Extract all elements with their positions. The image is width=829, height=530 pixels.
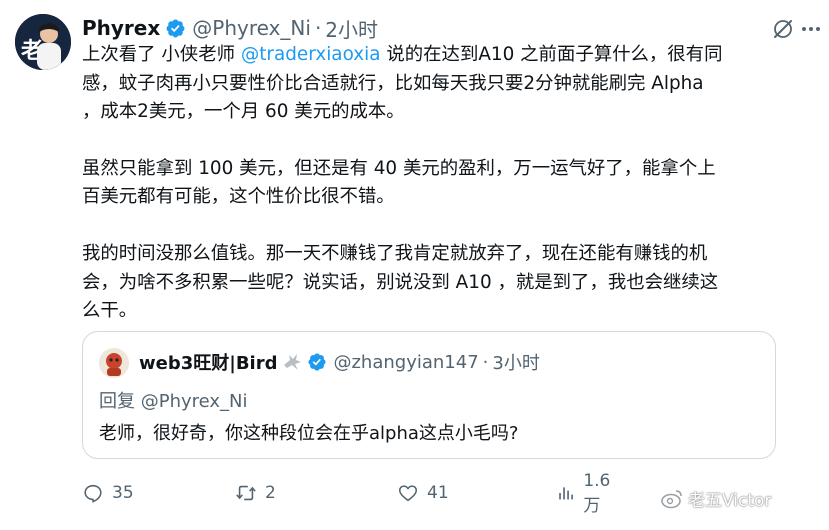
heart-icon bbox=[398, 485, 418, 502]
author-avatar-image: 老 bbox=[15, 14, 71, 70]
tweet-action-bar: 35 2 41 1.6万 bbox=[82, 471, 622, 516]
tweet-line-3: ，成本2美元，一个月 60 美元的成本。 bbox=[82, 101, 405, 123]
bird-icon bbox=[284, 354, 302, 370]
quoted-author-name[interactable]: web3旺财|Bird bbox=[139, 349, 277, 375]
watermark-text: 老五Victor bbox=[688, 491, 772, 511]
like-count: 41 bbox=[427, 483, 449, 503]
retweet-button[interactable]: 2 bbox=[235, 480, 276, 506]
quoted-avatar-image bbox=[99, 348, 129, 378]
weibo-icon bbox=[661, 489, 682, 508]
quoted-header-separator: · bbox=[482, 351, 489, 373]
more-options-icon[interactable] bbox=[800, 20, 822, 38]
like-button[interactable]: 41 bbox=[397, 480, 449, 506]
author-handle[interactable]: @Phyrex_Ni bbox=[192, 16, 311, 40]
reply-icon bbox=[84, 484, 102, 503]
views-button[interactable]: 1.6万 bbox=[556, 471, 622, 516]
quoted-tweet-header: web3旺财|Bird @zhangyian147 · 3小时 bbox=[139, 349, 540, 375]
quoted-tweet-card[interactable]: web3旺财|Bird @zhangyian147 · 3小时 回复 @Phyr… bbox=[82, 331, 776, 459]
tweet-line-5: 百美元都有可能，这个性价比很不错。 bbox=[82, 186, 395, 208]
reply-count: 35 bbox=[112, 483, 134, 503]
quoted-tweet-timestamp[interactable]: 3小时 bbox=[492, 349, 539, 375]
header-separator: · bbox=[314, 16, 322, 40]
retweet-count: 2 bbox=[265, 483, 276, 503]
tweet-header: Phyrex @Phyrex_Ni · 2小时 bbox=[82, 14, 378, 42]
tweet-line-6: 我的时间没那么值钱。那一天不赚钱了我肯定就放弃了，现在还能有赚钱的机 bbox=[82, 242, 708, 264]
author-avatar[interactable]: 老 bbox=[15, 14, 71, 70]
quoted-reply-to: 回复 @Phyrex_Ni bbox=[99, 391, 248, 412]
grok-icon[interactable] bbox=[771, 17, 795, 41]
mention-link[interactable]: @traderxiaoxia bbox=[241, 44, 381, 65]
tweet-line-7: 会，为啥不多积累一些呢？说实话，别说没到 A10 ，就是到了，我也会继续这 bbox=[82, 271, 719, 293]
tweet-line-1-prefix: 上次看了 小侠老师 bbox=[82, 44, 241, 65]
retweet-icon bbox=[236, 485, 256, 501]
tweet-timestamp[interactable]: 2小时 bbox=[325, 14, 378, 43]
tweet-line-8: 么干。 bbox=[82, 300, 138, 322]
tweet-line-2: 感，蚊子肉再小只要性价比合适就行，比如每天我只要2分钟就能刷完 Alpha bbox=[82, 72, 704, 94]
tweet-line-1-suffix: 说的在达到A10 之前面子算什么，很有同 bbox=[380, 44, 723, 65]
author-name[interactable]: Phyrex bbox=[82, 16, 160, 40]
views-count: 1.6万 bbox=[583, 470, 611, 516]
quoted-tweet-text: 老师，很好奇，你这种段位会在乎alpha这点小毛吗? bbox=[99, 423, 519, 444]
tweet-line-4: 虽然只能拿到 100 美元，但还是有 40 美元的盈利，万一运气好了，能拿个上 bbox=[82, 157, 716, 179]
views-icon bbox=[559, 487, 573, 500]
quoted-author-handle[interactable]: @zhangyian147 bbox=[333, 352, 478, 373]
tweet-line-1: 上次看了 小侠老师 @traderxiaoxia 说的在达到A10 之前面子算什… bbox=[82, 41, 812, 70]
quoted-author-avatar[interactable] bbox=[99, 348, 129, 378]
watermark: 老五Victor bbox=[660, 486, 771, 511]
tweet-body: 上次看了 小侠老师 @traderxiaoxia 说的在达到A10 之前面子算什… bbox=[82, 41, 812, 326]
verified-badge-icon bbox=[166, 19, 185, 37]
quoted-verified-badge-icon bbox=[308, 353, 327, 371]
reply-button[interactable]: 35 bbox=[82, 480, 134, 506]
